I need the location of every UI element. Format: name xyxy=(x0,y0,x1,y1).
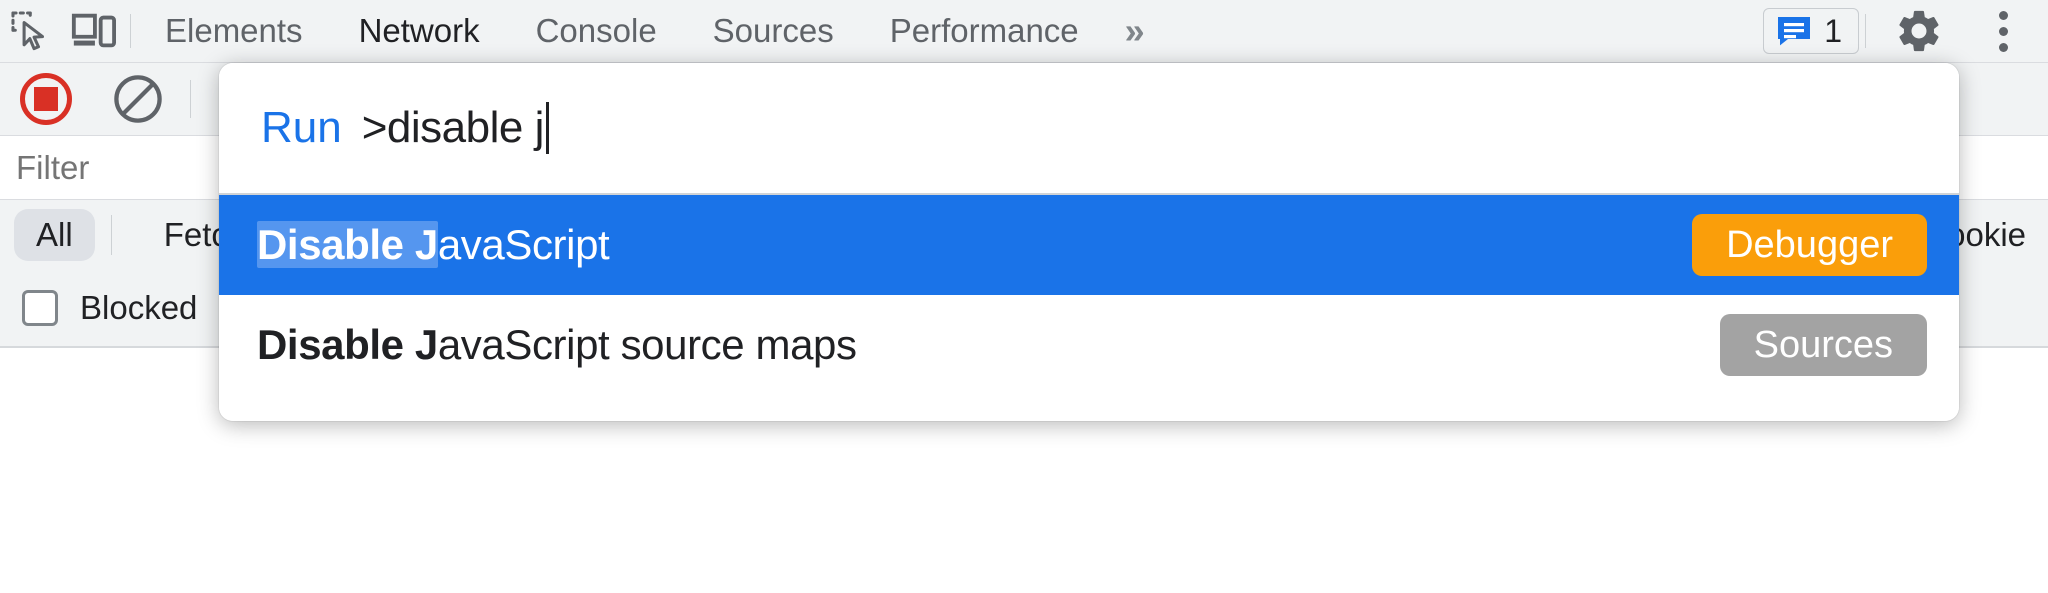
toolbar-divider-right xyxy=(1865,14,1866,48)
command-palette-dialog: Run >disable j Disable JavaScript Debugg… xyxy=(219,63,1959,421)
record-stop-icon xyxy=(20,73,72,125)
settings-button[interactable] xyxy=(1872,6,1966,56)
gear-icon xyxy=(1899,10,1939,52)
tab-console[interactable]: Console xyxy=(508,0,685,62)
palette-bottom-padding xyxy=(219,395,1959,421)
kebab-dot-2 xyxy=(1998,26,2008,36)
toolbar-divider xyxy=(130,14,131,48)
command-result-badge: Debugger xyxy=(1692,214,1927,276)
command-result-disable-javascript-source-maps[interactable]: Disable JavaScript source maps Sources xyxy=(219,295,1959,395)
devtools-tab-bar: Elements Network Console Sources Perform… xyxy=(0,0,2048,63)
toggle-device-toolbar-button[interactable] xyxy=(62,0,124,62)
tab-network[interactable]: Network xyxy=(331,0,508,62)
blocked-requests-label: Blocked xyxy=(80,289,198,326)
command-palette-prefix: Run xyxy=(261,103,342,152)
more-options-button[interactable] xyxy=(1966,10,2040,52)
command-palette-results: Disable JavaScript Debugger Disable Java… xyxy=(219,193,1959,421)
console-message-icon xyxy=(1778,17,1811,46)
device-toolbar-icon xyxy=(71,13,116,48)
command-result-badge: Sources xyxy=(1719,314,1927,376)
tab-sources[interactable]: Sources xyxy=(685,0,862,62)
kebab-dot-3 xyxy=(1998,42,2008,52)
type-filter-divider xyxy=(110,215,112,255)
panel-tabs: Elements Network Console Sources Perform… xyxy=(137,0,1159,62)
network-toolbar-divider xyxy=(190,80,191,118)
record-network-log-button[interactable] xyxy=(0,63,92,135)
command-result-rest: avaScript source maps xyxy=(437,321,857,368)
inspect-element-button[interactable] xyxy=(0,0,62,62)
command-palette-query-row[interactable]: Run >disable j xyxy=(219,63,1959,193)
toolbar-right-group: 1 xyxy=(1763,0,2048,62)
clear-network-log-button[interactable] xyxy=(92,63,184,135)
tab-elements[interactable]: Elements xyxy=(137,0,331,62)
text-caret xyxy=(545,102,549,154)
blocked-requests-checkbox[interactable] xyxy=(22,290,58,326)
command-result-label: Disable JavaScript source maps xyxy=(257,321,857,369)
kebab-dot-1 xyxy=(1998,10,2008,20)
filter-type-all[interactable]: All xyxy=(14,209,95,261)
command-result-rest: avaScript xyxy=(437,221,610,268)
command-result-disable-javascript[interactable]: Disable JavaScript Debugger xyxy=(219,195,1959,295)
clear-network-log-icon xyxy=(114,75,162,123)
command-palette-input[interactable]: >disable j xyxy=(362,103,545,153)
command-result-match: Disable J xyxy=(257,321,438,368)
inspect-element-icon xyxy=(11,11,45,51)
command-result-match: Disable J xyxy=(257,221,438,268)
more-tabs-chevron-icon[interactable]: » xyxy=(1107,10,1159,52)
console-messages-button[interactable]: 1 xyxy=(1763,8,1859,54)
tab-performance[interactable]: Performance xyxy=(862,0,1107,62)
console-message-count: 1 xyxy=(1824,12,1842,49)
devtools-window: Elements Network Console Sources Perform… xyxy=(0,0,2048,593)
record-stop-square xyxy=(34,87,58,111)
command-result-label: Disable JavaScript xyxy=(257,221,610,269)
